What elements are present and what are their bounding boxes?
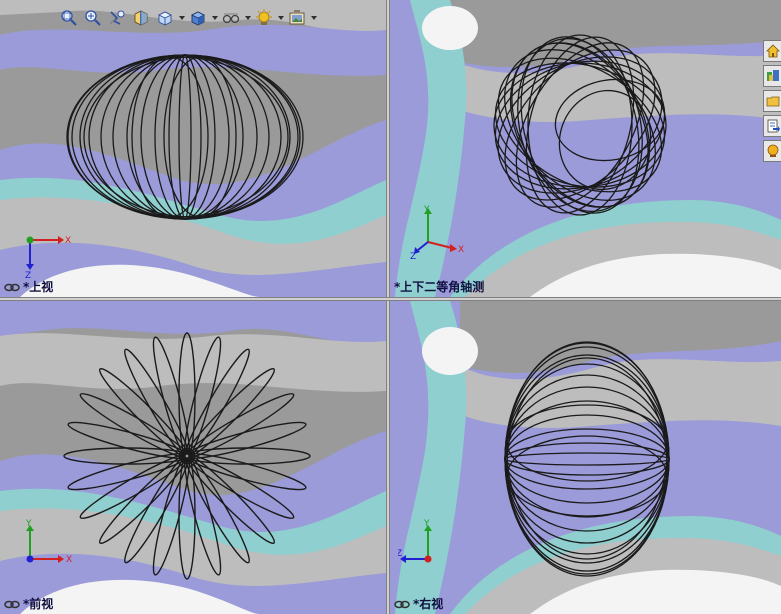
triad-x-label: X (65, 236, 71, 246)
display-style-icon (190, 11, 206, 26)
coordinate-triad: Y Z (398, 519, 432, 563)
task-pane-tab-view-palette[interactable] (763, 115, 781, 137)
triad-x-label: X (66, 555, 72, 565)
viewport-label-right: *右视 (394, 595, 443, 612)
previous-view-button[interactable] (106, 7, 128, 29)
triad-x-label: X (458, 245, 464, 255)
home-icon (765, 44, 780, 58)
triad-y-label: Y (25, 519, 32, 529)
triad-z-label: Z (410, 252, 416, 259)
file-explorer-icon (766, 96, 779, 107)
task-pane-tab-appearances[interactable] (763, 140, 781, 162)
viewport-right-view[interactable]: Y Z *右视 (390, 301, 781, 614)
heads-up-view-toolbar (58, 6, 317, 30)
slinky-petal (178, 452, 196, 580)
slinky-petal (79, 393, 191, 459)
slinky-petal (79, 453, 191, 519)
zoom-to-area-button[interactable] (82, 7, 104, 29)
chevron-down-icon (277, 16, 284, 20)
slinky-front-petals (63, 332, 311, 580)
view-orientation-icon (157, 11, 173, 26)
view-orientation-button[interactable] (154, 7, 176, 29)
viewport-front-view[interactable]: Y X *前视 (0, 301, 386, 614)
slinky-petal (183, 393, 295, 459)
link-views-icon (4, 283, 20, 292)
slinky-petal (183, 447, 311, 465)
edit-appearance-button[interactable] (253, 7, 275, 29)
section-view-button[interactable] (130, 7, 152, 29)
apply-scene-button[interactable] (286, 7, 308, 29)
section-view-icon (134, 10, 148, 26)
triad-z-label: Z (25, 271, 31, 278)
task-pane-tab-design-library[interactable] (763, 65, 781, 87)
task-pane-tab-home[interactable] (763, 40, 781, 62)
slinky-petal (124, 452, 190, 564)
task-pane-tab-file-explorer[interactable] (763, 90, 781, 112)
hide-show-items-dropdown[interactable] (244, 7, 251, 29)
design-library-icon (766, 70, 779, 81)
slinky-petal (184, 348, 250, 460)
triad-y-label: Y (423, 205, 430, 215)
slinky-petal (184, 452, 250, 564)
coordinate-triad: Y X (25, 519, 72, 565)
apply-scene-dropdown[interactable] (310, 7, 317, 29)
chevron-down-icon (310, 16, 317, 20)
hide-show-items-button[interactable] (220, 7, 242, 29)
triad-y-label: Y (423, 519, 430, 529)
viewport-label-dimetric: *上下二等角轴测 (394, 280, 485, 294)
viewport-label-front: *前视 (4, 595, 53, 612)
chevron-down-icon (244, 16, 251, 20)
view-palette-icon (767, 119, 780, 133)
coordinate-triad: X Z (25, 236, 71, 278)
zoom-fit-icon (61, 10, 77, 26)
view-orientation-dropdown[interactable] (178, 7, 185, 29)
lighting-icon (256, 9, 272, 25)
zoom-area-icon (85, 10, 101, 26)
chevron-down-icon (211, 16, 218, 20)
link-views-icon (394, 600, 410, 609)
display-style-button[interactable] (187, 7, 209, 29)
slinky-petal (63, 447, 191, 465)
slinky-petal (124, 348, 190, 460)
edit-appearance-dropdown[interactable] (277, 7, 284, 29)
viewport-label-top: *上视 (4, 278, 53, 295)
coordinate-triad: Y X Z (410, 205, 464, 259)
appearances-icon (767, 144, 778, 157)
viewport-top-view[interactable]: X Z *上视 (0, 0, 386, 297)
viewport-splitter-vertical[interactable] (386, 0, 390, 614)
solidworks-graphics-area: X Z *上视 Y X Z *上下二等角轴测 Y X *前视 Y Z *右视 (0, 0, 781, 614)
zoom-to-fit-button[interactable] (58, 7, 80, 29)
viewport-dimetric-view[interactable]: Y X Z *上下二等角轴测 (390, 0, 781, 297)
previous-view-icon (109, 10, 125, 25)
chevron-down-icon (178, 16, 185, 20)
slinky-petal (178, 332, 196, 460)
scene-icon (289, 10, 305, 25)
hide-show-icon (222, 13, 240, 24)
viewport-splitter-horizontal[interactable] (0, 297, 781, 301)
display-style-dropdown[interactable] (211, 7, 218, 29)
task-pane-tabs (763, 40, 781, 162)
triad-z-label: Z (398, 549, 402, 559)
link-views-icon (4, 600, 20, 609)
slinky-petal (183, 453, 295, 519)
